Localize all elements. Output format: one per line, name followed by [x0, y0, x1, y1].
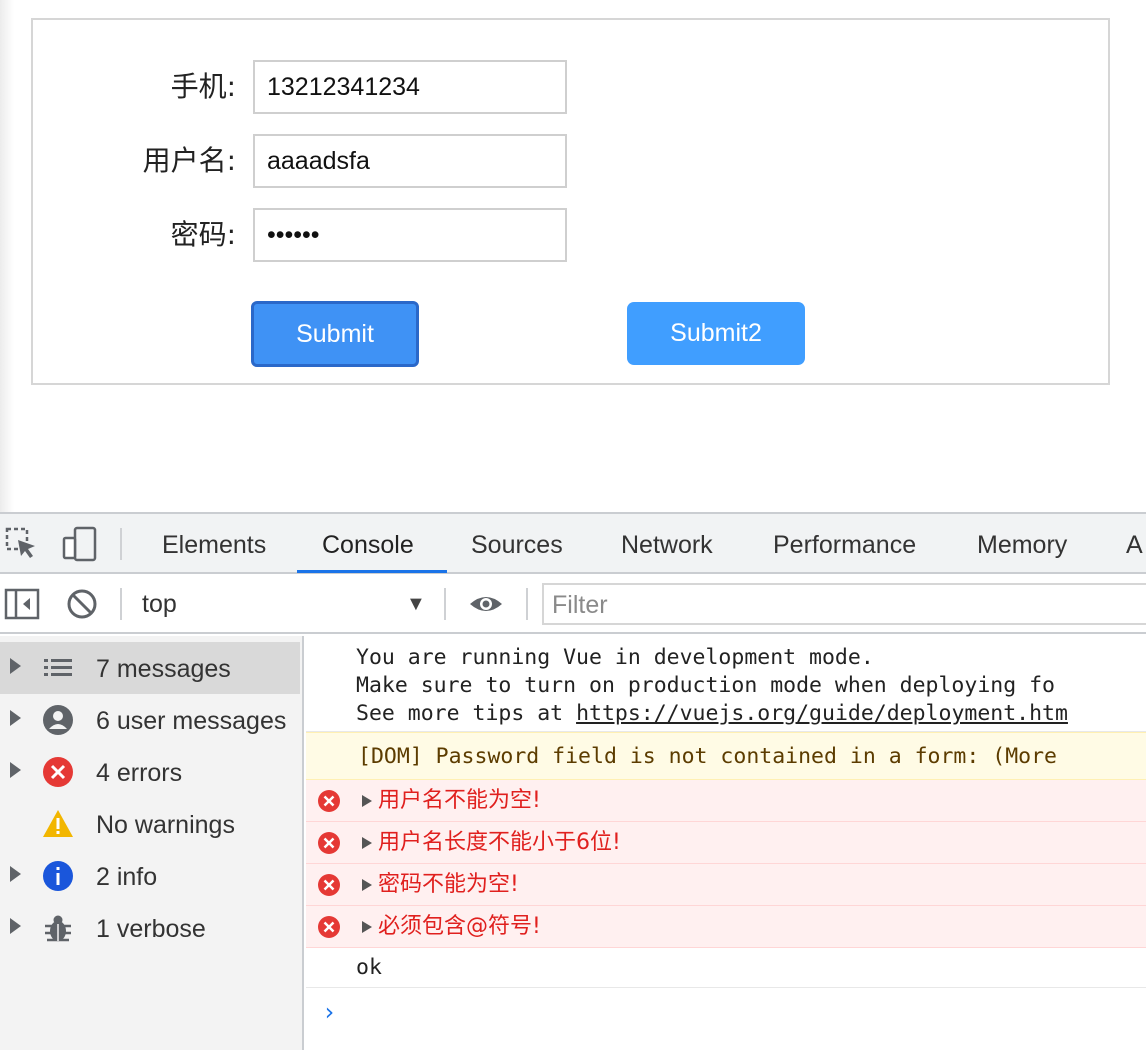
bug-icon — [45, 915, 71, 942]
username-input[interactable] — [253, 134, 567, 188]
console-sidebar: 7 messages 6 user messages 4 errors No w… — [0, 636, 304, 1050]
sidebar-item-errors[interactable]: 4 errors — [0, 746, 300, 798]
username-row: 用户名: — [33, 134, 633, 188]
phone-label: 手机: — [170, 70, 236, 103]
password-input[interactable] — [253, 208, 567, 262]
console-prompt-icon[interactable]: › — [322, 998, 336, 1026]
console-text: ok — [356, 955, 382, 980]
warning-icon — [43, 810, 73, 837]
submit-button[interactable]: Submit — [251, 301, 419, 367]
phone-input[interactable] — [253, 60, 567, 114]
console-message-error[interactable]: 用户名不能为空! — [306, 780, 1146, 822]
sidebar-item-label: 7 messages — [96, 655, 231, 683]
sidebar-item-label: 4 errors — [96, 759, 183, 787]
password-row: 密码: — [33, 208, 633, 262]
sidebar-toggle-icon[interactable] — [4, 586, 40, 622]
console-text: See more tips at — [356, 701, 577, 726]
password-label: 密码: — [170, 218, 236, 251]
context-dropdown-icon[interactable]: ▼ — [406, 574, 426, 634]
console-message-error[interactable]: 用户名长度不能小于6位! — [306, 822, 1146, 864]
error-text: 密码不能为空! — [378, 872, 519, 897]
user-icon — [43, 705, 73, 735]
live-expression-eye-icon[interactable] — [468, 586, 504, 622]
form-container: 手机: 用户名: 密码: Submit Submit2 — [31, 18, 1110, 385]
console-message-error[interactable]: 必须包含@符号! — [306, 906, 1146, 948]
page-area: 手机: 用户名: 密码: Submit Submit2 — [0, 0, 1146, 512]
console-output: You are running Vue in development mode.… — [306, 636, 1146, 1050]
expand-arrow-icon[interactable] — [10, 762, 21, 778]
toolbar-separator — [444, 588, 446, 620]
expand-arrow-icon[interactable] — [10, 866, 21, 882]
error-icon — [318, 916, 340, 938]
devtools-tabbar: Elements Console Sources Network Perform… — [0, 514, 1146, 574]
inspect-element-icon[interactable] — [4, 526, 40, 562]
vue-deployment-link[interactable]: https://vuejs.org/guide/deployment.htm — [576, 701, 1068, 726]
sidebar-item-label: 2 info — [96, 863, 158, 891]
error-text: 必须包含@符号! — [378, 914, 541, 939]
active-tab-indicator — [297, 570, 447, 573]
toolbar-separator — [120, 588, 122, 620]
clear-console-icon[interactable] — [64, 586, 100, 622]
list-icon — [44, 659, 72, 676]
expand-arrow-icon[interactable] — [362, 879, 372, 891]
error-icon — [318, 874, 340, 896]
context-selector[interactable]: top — [142, 574, 177, 634]
tab-elements[interactable]: Elements — [162, 514, 266, 574]
filter-box — [542, 583, 1146, 625]
tab-memory[interactable]: Memory — [977, 514, 1067, 574]
expand-arrow-icon[interactable] — [10, 918, 21, 934]
console-toolbar: top ▼ — [0, 574, 1146, 634]
console-message-warning: [DOM] Password field is not contained in… — [306, 732, 1146, 780]
expand-arrow-icon[interactable] — [10, 658, 21, 674]
console-text: [DOM] Password field is not contained in… — [358, 744, 1057, 769]
console-message-error[interactable]: 密码不能为空! — [306, 864, 1146, 906]
sidebar-item-label: 1 verbose — [96, 915, 206, 943]
error-text: 用户名不能为空! — [378, 788, 541, 813]
console-text: Make sure to turn on production mode whe… — [356, 673, 1055, 698]
submit2-button[interactable]: Submit2 — [627, 302, 805, 365]
error-icon — [318, 790, 340, 812]
toolbar-separator — [526, 588, 528, 620]
sidebar-item-label: 6 user messages — [96, 707, 287, 735]
username-label: 用户名: — [142, 144, 236, 177]
sidebar-item-verbose[interactable]: 1 verbose — [0, 902, 300, 954]
page-edge-shadow — [0, 0, 14, 512]
tab-application[interactable]: A — [1126, 514, 1143, 574]
tabbar-separator — [120, 528, 122, 560]
tab-network[interactable]: Network — [621, 514, 713, 574]
console-message-ok: ok — [306, 948, 1146, 988]
expand-arrow-icon[interactable] — [362, 837, 372, 849]
filter-input[interactable] — [552, 589, 1142, 621]
console-message-vue: You are running Vue in development mode.… — [306, 636, 1146, 732]
expand-arrow-icon[interactable] — [10, 710, 21, 726]
device-toolbar-icon[interactable] — [62, 526, 98, 562]
info-icon — [43, 861, 73, 891]
sidebar-item-user-messages[interactable]: 6 user messages — [0, 694, 300, 746]
expand-arrow-icon[interactable] — [362, 795, 372, 807]
tab-performance[interactable]: Performance — [773, 514, 916, 574]
expand-arrow-icon[interactable] — [362, 921, 372, 933]
phone-row: 手机: — [33, 60, 633, 114]
sidebar-item-warnings[interactable]: No warnings — [0, 798, 300, 850]
console-text: You are running Vue in development mode. — [356, 645, 874, 670]
sidebar-item-info[interactable]: 2 info — [0, 850, 300, 902]
sidebar-item-label: No warnings — [96, 811, 235, 839]
error-text: 用户名长度不能小于6位! — [378, 830, 621, 855]
error-icon — [43, 757, 73, 787]
error-icon — [318, 832, 340, 854]
console-text: See more tips at https://vuejs.org/guide… — [356, 700, 1146, 728]
sidebar-item-messages[interactable]: 7 messages — [0, 642, 300, 694]
devtools-panel: Elements Console Sources Network Perform… — [0, 512, 1146, 1050]
tab-console[interactable]: Console — [322, 514, 414, 574]
tab-sources[interactable]: Sources — [471, 514, 563, 574]
